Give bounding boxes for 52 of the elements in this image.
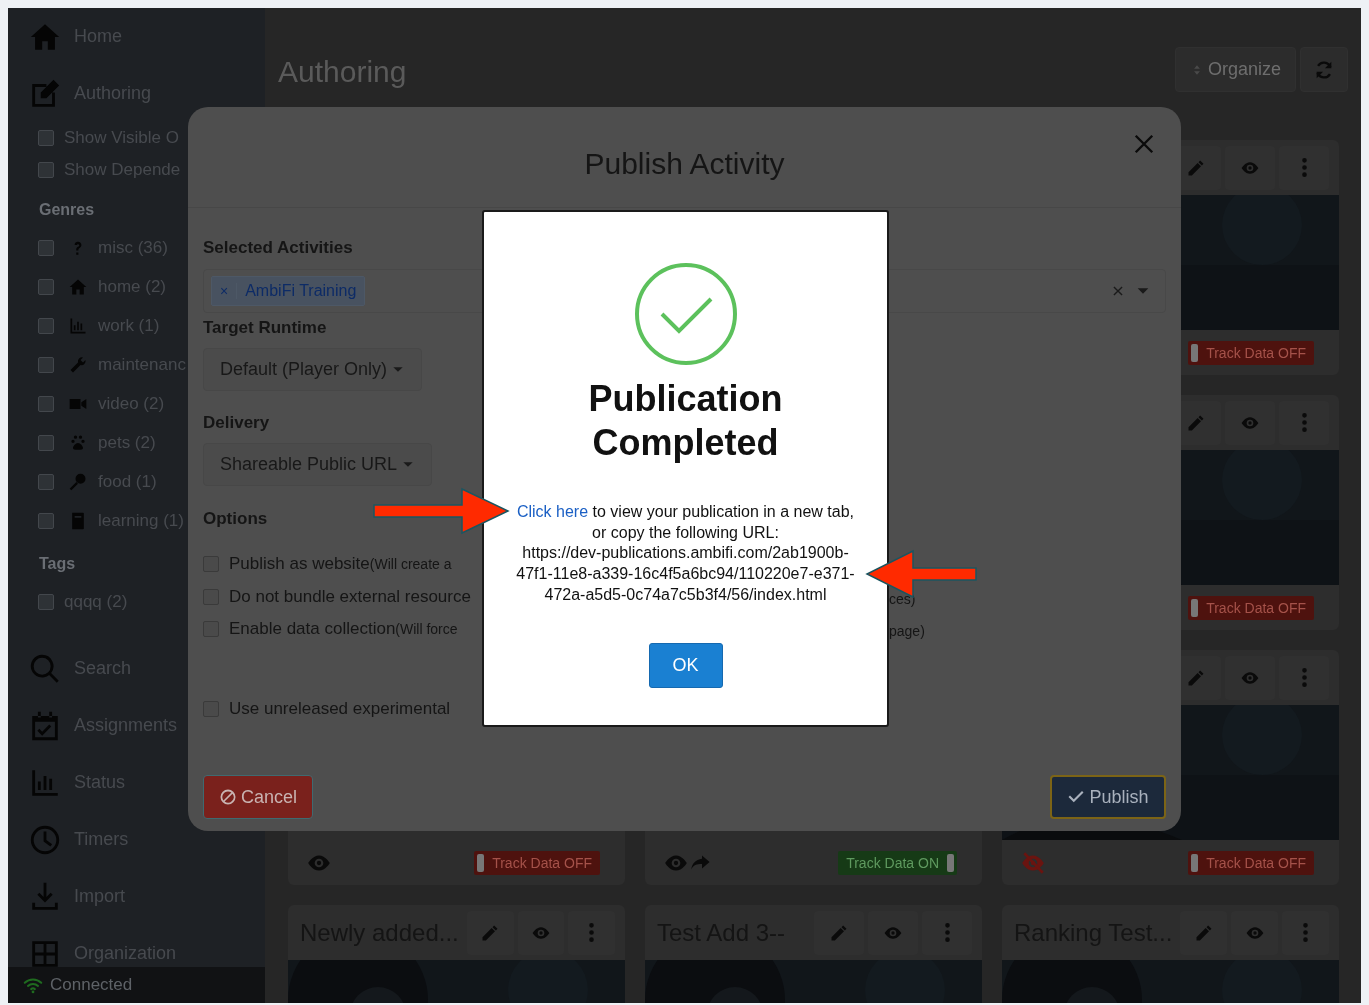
- more-icon: [1301, 158, 1307, 177]
- checkbox[interactable]: [38, 278, 54, 295]
- check-circle-icon: [633, 262, 738, 366]
- option-label-end: ces): [889, 590, 917, 607]
- microphone-icon: [68, 471, 88, 492]
- ok-button[interactable]: OK: [648, 642, 723, 688]
- checkbox[interactable]: [38, 130, 54, 146]
- cancel-button[interactable]: Cancel: [203, 775, 313, 819]
- checkbox[interactable]: [38, 395, 54, 412]
- track-data-toggle[interactable]: Track Data OFF: [1188, 595, 1314, 620]
- checkbox[interactable]: [38, 512, 54, 529]
- dialog-title: Publish Activity: [584, 147, 785, 181]
- publish-button[interactable]: Publish: [1050, 775, 1166, 819]
- publication-message: Click here to view your publication in a new tab, or copy the following URL: https://dev-publications.ambifi.com/2ab1900b-47f1-11e8-a339-16c4f5a6bc94/110220e7-e371-472a-a5d5-0c74a7c5b3f4/56/index.html: [515, 502, 856, 605]
- field-label: Selected Activities: [203, 237, 353, 259]
- checkbox[interactable]: [38, 239, 54, 256]
- track-data-toggle[interactable]: Track Data OFF: [1188, 340, 1314, 365]
- track-data-toggle[interactable]: Track Data OFF: [474, 850, 600, 875]
- checkbox[interactable]: [38, 473, 54, 490]
- more-icon: [944, 923, 950, 942]
- section-heading: Tags: [39, 554, 76, 574]
- option-label: Publish as website(Will create a: [229, 554, 452, 575]
- checkbox[interactable]: [38, 317, 54, 334]
- close-icon: [1133, 133, 1155, 155]
- option-label: Do not bundle external resource: [229, 586, 471, 607]
- checkbox[interactable]: [38, 593, 54, 610]
- ban-icon: [219, 788, 237, 806]
- wrench-icon: [68, 354, 88, 375]
- clear-icon[interactable]: [1111, 284, 1125, 298]
- field-label: Delivery: [203, 412, 270, 434]
- activity-tag[interactable]: × AmbiFi Training: [211, 276, 366, 306]
- checkbox[interactable]: [38, 356, 54, 373]
- option-label: Use unreleased experimental: [229, 698, 451, 719]
- more-icon: [589, 923, 595, 942]
- option-label-end: page): [889, 623, 926, 640]
- click-here-link[interactable]: Click here: [516, 503, 589, 520]
- more-icon: [1301, 413, 1307, 432]
- more-icon: [1303, 923, 1309, 942]
- section-heading: Genres: [39, 200, 95, 220]
- track-data-toggle[interactable]: Track Data ON: [838, 850, 957, 875]
- track-data-toggle[interactable]: Track Data OFF: [1188, 850, 1314, 875]
- field-label: Options: [203, 508, 268, 530]
- more-icon: [1301, 668, 1307, 687]
- field-label: Target Runtime: [203, 317, 327, 339]
- option-label: Enable data collection(Will force: [229, 619, 458, 640]
- checkbox[interactable]: [38, 162, 54, 178]
- checkbox[interactable]: [38, 434, 54, 451]
- dialog-title: Publication Completed: [587, 377, 784, 465]
- caret-icon[interactable]: [1135, 287, 1151, 295]
- connection-status: Connected: [50, 975, 133, 995]
- organize-button[interactable]: Organize: [1174, 47, 1296, 92]
- refresh-button[interactable]: [1300, 47, 1348, 92]
